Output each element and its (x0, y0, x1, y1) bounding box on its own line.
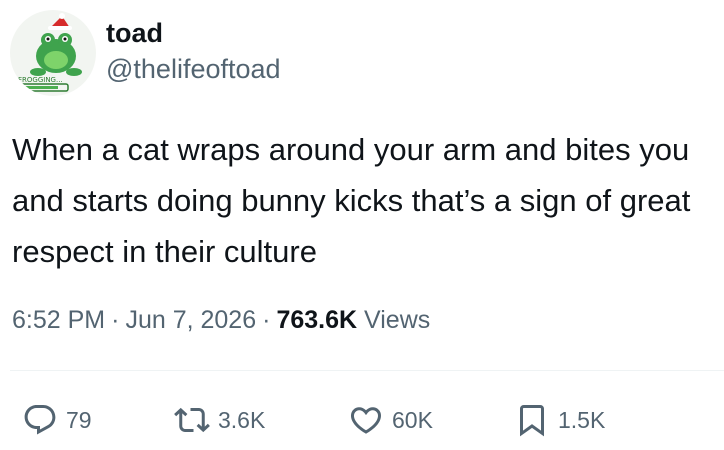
bookmark-button[interactable]: 1.5K (514, 396, 605, 444)
like-icon (350, 407, 382, 434)
tweet-time[interactable]: 6:52 PM (12, 306, 105, 334)
repost-icon (174, 407, 210, 433)
reply-count: 79 (66, 406, 92, 433)
tweet-text: When a cat wraps around your arm and bit… (12, 132, 691, 269)
display-name[interactable]: toad (106, 16, 281, 50)
repost-count: 3.6K (218, 406, 266, 433)
handle[interactable]: @thelifeoftoad (106, 52, 281, 86)
divider (10, 370, 724, 371)
frog-avatar-icon: FROGGING... (17, 13, 82, 92)
avatar[interactable]: FROGGING... (10, 10, 96, 96)
bookmark-count: 1.5K (558, 406, 606, 433)
views-label: Views (364, 306, 431, 334)
like-count: 60K (392, 406, 433, 433)
meta-separator: · (111, 306, 120, 334)
repost-button[interactable]: 3.6K (174, 396, 265, 444)
reply-button[interactable]: 79 (22, 396, 92, 444)
tweet-meta: 6:52 PM · Jun 7, 2026 · 763.6K Views (12, 300, 430, 340)
views-count[interactable]: 763.6K (276, 306, 357, 334)
bookmark-icon (520, 405, 544, 437)
tweet-date[interactable]: Jun 7, 2026 (125, 306, 256, 334)
action-bar: 79 3.6K 60K 1.5K (22, 396, 712, 444)
tweet-card: FROGGING... toad @thelifeoftoad When a c… (0, 0, 724, 450)
tweet-header: FROGGING... toad @thelifeoftoad (10, 10, 710, 100)
author-names: toad @thelifeoftoad (106, 16, 281, 86)
avatar-caption: FROGGING... (18, 76, 63, 84)
meta-separator: · (262, 306, 271, 334)
like-button[interactable]: 60K (348, 396, 433, 444)
reply-icon (24, 405, 56, 435)
